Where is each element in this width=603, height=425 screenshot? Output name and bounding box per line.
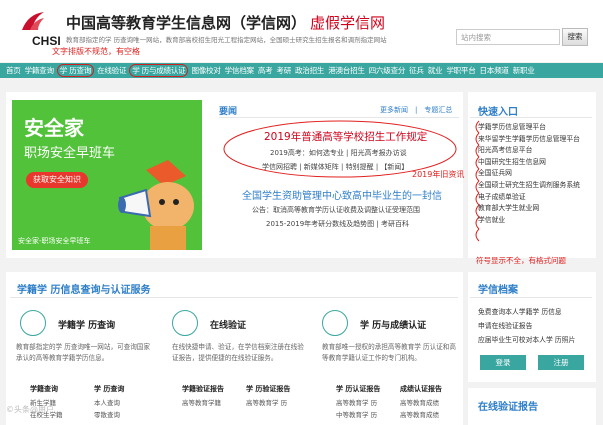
news-line-4[interactable]: 2015-2019年考研分数线及趋势图 | 考研百科 bbox=[266, 219, 409, 229]
service-sub-item[interactable]: 高等教育学 历 bbox=[336, 397, 377, 407]
services-heading: 学籍学 历信息查询与认证服务 bbox=[17, 285, 151, 296]
divider bbox=[10, 297, 458, 298]
service-title[interactable]: 学 历与成绩认证 bbox=[360, 318, 426, 331]
nav-item[interactable]: 首页 bbox=[6, 65, 21, 76]
nav-item[interactable]: 高考 bbox=[258, 65, 273, 76]
verify-report-heading[interactable]: 在线验证报告 bbox=[478, 398, 538, 413]
service-sub-item[interactable]: 高等教育成绩 bbox=[400, 409, 439, 419]
nav-item[interactable]: 考研 bbox=[276, 65, 291, 76]
quick-entry-item[interactable]: 电子成绩单验证 bbox=[478, 192, 580, 204]
quick-entry-list: 学籍学历信息管理平台 来华留学生学籍学历信息管理平台 阳光高考信息平台 中国研究… bbox=[478, 122, 580, 226]
nav-item[interactable]: 新职业 bbox=[513, 65, 535, 76]
archive-heading: 学信档案 bbox=[478, 285, 518, 296]
ad-tagline: 职场安全早班车 bbox=[24, 146, 116, 161]
site-header: CHSI 中国高等教育学生信息网（学信网） 虚假学信网 教育部指定的学 历查询唯一… bbox=[0, 0, 603, 62]
site-title-main: 中国高等教育学生信息网（学信网） bbox=[66, 14, 307, 32]
service-sub-heading[interactable]: 学 历查询 bbox=[94, 384, 124, 394]
quick-entry-heading: 快速入口 bbox=[478, 107, 518, 118]
nav-item[interactable]: 学信档案 bbox=[225, 65, 254, 76]
quick-entry-item[interactable]: 教育部大学生就业网 bbox=[478, 203, 580, 215]
annotation-old-news: 2019年旧资讯 bbox=[412, 170, 465, 179]
service-title[interactable]: 学籍学 历查询 bbox=[58, 318, 115, 331]
watermark: ©头条@用户 bbox=[6, 405, 54, 414]
quick-entry-item[interactable]: 全国硕士研究生招生调剂服务系统 bbox=[478, 180, 580, 192]
nav-item[interactable]: 港澳台招生 bbox=[328, 65, 365, 76]
service-sub-heading[interactable]: 学籍查询 bbox=[30, 384, 58, 394]
service-sub-heading[interactable]: 学 历认证报告 bbox=[336, 384, 380, 394]
ad-footer: 安全家-职场安全早班车 bbox=[18, 237, 91, 245]
search-button[interactable]: 搜索 bbox=[562, 28, 588, 46]
transcript-icon bbox=[20, 310, 46, 336]
nav-item[interactable]: 征兵 bbox=[409, 65, 424, 76]
service-desc: 教育部唯一授权的承担高等教育学 历认证和高等教育学籍认证工作的专门机构。 bbox=[322, 343, 456, 362]
fake-site-label: 虚假学信网 bbox=[310, 14, 386, 32]
service-desc: 在线快捷申请、验证，在学信档案注册在线验证报告，提供便捷的在线验证服务。 bbox=[172, 343, 304, 362]
verify-doc-icon bbox=[172, 310, 198, 336]
quick-entry-item[interactable]: 来华留学生学籍学历信息管理平台 bbox=[478, 134, 580, 146]
news-line-1[interactable]: 2019高考：如何选专业 | 阳光高考报办访谈 bbox=[270, 148, 407, 158]
ad-headline: 安全家 bbox=[24, 116, 84, 140]
annotation-format-note: 符号显示不全，有格式问题 bbox=[476, 256, 566, 265]
site-subtitle: 教育部指定的学 历查询唯一网站，教育部高校招生阳光工程指定网站，全国硕士研究生招… bbox=[66, 36, 387, 44]
nav-item[interactable]: 学籍查询 bbox=[25, 65, 54, 76]
register-button[interactable]: 注册 bbox=[538, 355, 584, 370]
annotation-spacing-note: 文字排版不规范，有空格 bbox=[52, 47, 140, 56]
news-line-2[interactable]: 学信网招聘 | 新媒体矩阵 | 特别提醒 | 【新闻】 bbox=[262, 162, 408, 172]
divider bbox=[470, 297, 592, 298]
news-more-links[interactable]: 更多新闻 | 专题汇总 bbox=[380, 105, 452, 115]
quick-entry-item[interactable]: 全国征兵网 bbox=[478, 168, 580, 180]
nav-item[interactable]: 在线验证 bbox=[97, 65, 126, 76]
site-logo[interactable]: CHSI bbox=[10, 10, 62, 48]
quick-entry-item[interactable]: 学籍学历信息管理平台 bbox=[478, 122, 580, 134]
archive-item[interactable]: 应届毕业生可校对本人学 历照片 bbox=[478, 334, 575, 344]
service-desc: 教育部指定的学 历查询唯一网站，可查询国家承认的高等教育学籍学历信息。 bbox=[16, 343, 150, 362]
news-line-3[interactable]: 公告：取消高等教育学历认证收费及调整认证受理范围 bbox=[252, 205, 420, 215]
service-sub-heading[interactable]: 学 历验证报告 bbox=[246, 384, 290, 394]
archive-item[interactable]: 免费查询本人学籍学 历信息 bbox=[478, 306, 562, 316]
service-sub-heading[interactable]: 学籍验证报告 bbox=[182, 384, 224, 394]
news-heading: 要闻 bbox=[219, 107, 238, 117]
logo-mark-icon bbox=[22, 12, 44, 30]
nav-item[interactable]: 图像校对 bbox=[191, 65, 220, 76]
service-sub-item[interactable]: 高等教育成绩 bbox=[400, 397, 439, 407]
quick-entry-item[interactable]: 阳光高考信息平台 bbox=[478, 145, 580, 157]
site-title: 中国高等教育学生信息网（学信网） 虚假学信网 bbox=[66, 12, 385, 33]
service-sub-item[interactable]: 本人查询 bbox=[94, 397, 120, 407]
certificate-icon bbox=[322, 310, 348, 336]
service-sub-item[interactable]: 高等教育学 历 bbox=[246, 397, 287, 407]
quick-entry-item[interactable]: 中国研究生招生信息网 bbox=[478, 157, 580, 169]
quick-entry-item[interactable]: 学信就业 bbox=[478, 215, 580, 227]
login-button[interactable]: 登录 bbox=[480, 355, 526, 370]
service-sub-item[interactable]: 零散查询 bbox=[94, 409, 120, 419]
service-sub-item[interactable]: 高等教育学籍 bbox=[182, 397, 221, 407]
service-sub-heading[interactable]: 成绩认证报告 bbox=[400, 384, 442, 394]
nav-item[interactable]: 政治招生 bbox=[295, 65, 324, 76]
nav-item[interactable]: 学 历查询 bbox=[56, 64, 95, 77]
service-sub-item[interactable]: 中等教育学 历 bbox=[336, 409, 377, 419]
cartoon-loudspeaker-icon bbox=[116, 156, 202, 250]
divider bbox=[470, 117, 592, 118]
archive-item[interactable]: 申请在线验证报告 bbox=[478, 320, 532, 330]
nav-item[interactable]: 日本频道 bbox=[480, 65, 509, 76]
news-headline-red[interactable]: 2019年普通高等学校招生工作规定 bbox=[264, 129, 427, 144]
ad-banner[interactable]: 安全家 职场安全早班车 获取安全知识 安全家-职场安全早班车 bbox=[12, 100, 202, 250]
nav-item[interactable]: 四六级查分 bbox=[369, 65, 406, 76]
service-title[interactable]: 在线验证 bbox=[210, 318, 246, 331]
nav-item[interactable]: 学 历与成绩认证 bbox=[129, 64, 189, 77]
ad-cta-button[interactable]: 获取安全知识 bbox=[26, 172, 88, 188]
nav-item[interactable]: 学职平台 bbox=[446, 65, 475, 76]
main-nav: 首页 学籍查询 学 历查询 在线验证 学 历与成绩认证 图像校对 学信档案 高考… bbox=[0, 63, 603, 78]
search-input[interactable]: 站内搜索 bbox=[456, 29, 560, 45]
news-headline-blue[interactable]: 全国学生资助管理中心致高中毕业生的一封信 bbox=[242, 187, 442, 202]
nav-item[interactable]: 就业 bbox=[428, 65, 443, 76]
